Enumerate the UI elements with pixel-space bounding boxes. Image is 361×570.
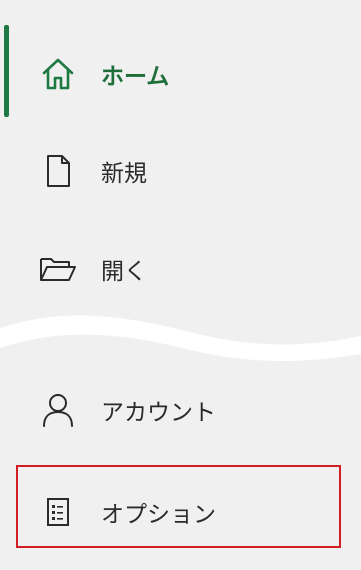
nav-item-options[interactable]: オプション (0, 482, 361, 542)
backstage-nav-pane: ホーム 新規 開く アカウント オプション (0, 0, 361, 570)
nav-item-label: アカウント (101, 400, 216, 426)
nav-item-account[interactable]: アカウント (0, 380, 361, 440)
nav-item-label: ホーム (101, 64, 170, 90)
nav-item-label: オプション (101, 502, 216, 528)
nav-item-open[interactable]: 開く (0, 239, 361, 299)
section-divider-wave (0, 315, 361, 361)
options-icon (36, 490, 80, 534)
person-icon (36, 388, 80, 432)
home-icon (36, 52, 80, 96)
nav-item-label: 開く (101, 259, 147, 285)
new-document-icon (36, 149, 80, 193)
nav-item-label: 新規 (101, 161, 147, 187)
nav-item-home[interactable]: ホーム (0, 44, 361, 104)
folder-open-icon (36, 247, 80, 291)
nav-item-new[interactable]: 新規 (0, 141, 361, 201)
